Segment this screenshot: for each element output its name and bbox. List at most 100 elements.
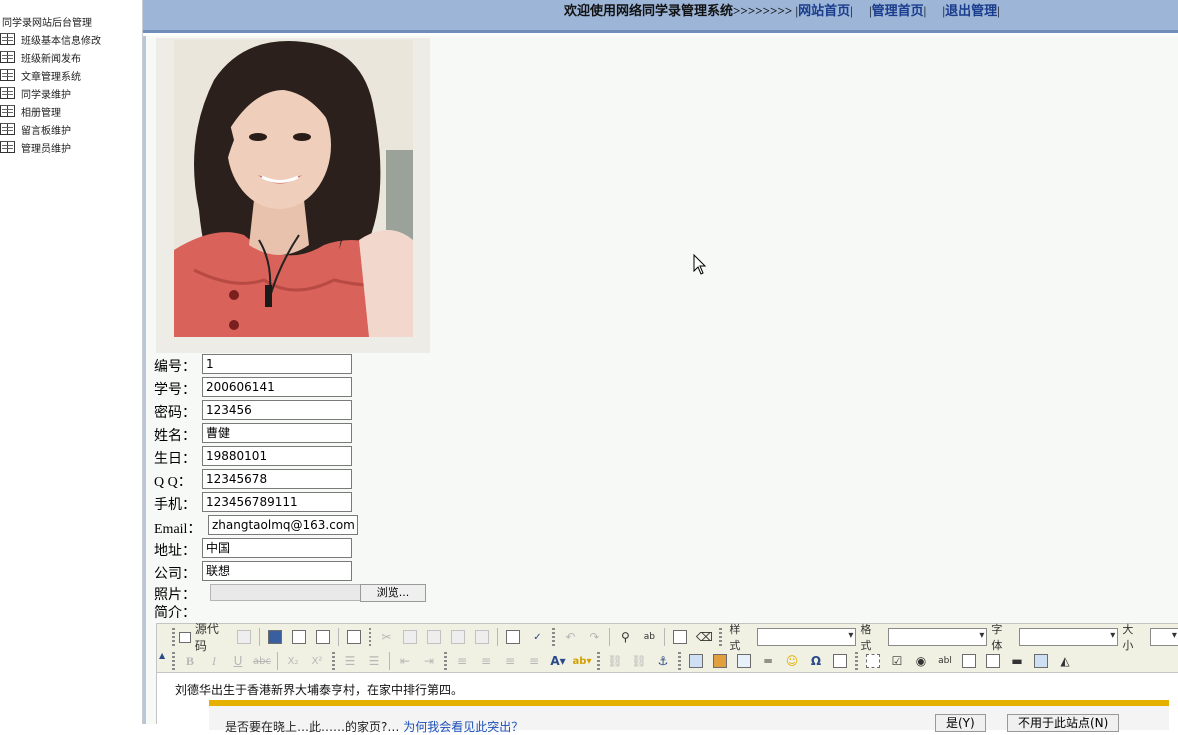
align-left-button[interactable]: ≡ <box>451 651 473 671</box>
redo-button[interactable]: ↷ <box>583 627 605 647</box>
sidebar-item-guestbook[interactable]: 留言板维护 <box>0 121 141 137</box>
paste-button[interactable] <box>423 627 445 647</box>
italic-button[interactable]: I <box>203 651 225 671</box>
notice-yes-button[interactable]: 是(Y) <box>935 714 986 732</box>
collapse-toolbar-icon[interactable]: ▲ <box>159 651 165 660</box>
bold-button[interactable]: B <box>179 651 201 671</box>
toolbar-grip[interactable] <box>172 652 175 670</box>
anchor-button[interactable]: ⚓ <box>652 651 674 671</box>
toolbar-grip[interactable] <box>368 628 372 646</box>
unlink-button[interactable]: ⛓ <box>628 651 650 671</box>
button-field-button[interactable]: ▬ <box>1006 651 1028 671</box>
textarea-button[interactable] <box>958 651 980 671</box>
id-field[interactable]: 1 <box>202 354 352 374</box>
logout-link[interactable]: 退出管理 <box>945 3 997 18</box>
format-select[interactable] <box>888 628 988 646</box>
student-number-field[interactable]: 200606141 <box>202 377 352 397</box>
qq-field[interactable]: 12345678 <box>202 469 352 489</box>
company-field[interactable]: 联想 <box>202 561 352 581</box>
text-color-button[interactable]: A▾ <box>547 651 569 671</box>
select-all-button[interactable] <box>669 627 691 647</box>
notice-no-button[interactable]: 不用于此站点(N) <box>1007 714 1120 732</box>
copy-format-button[interactable] <box>233 627 255 647</box>
sidebar-item-class-news[interactable]: 班级新闻发布 <box>0 49 141 65</box>
smiley-button[interactable]: ☺ <box>781 651 803 671</box>
preview-button[interactable] <box>312 627 334 647</box>
cut-button[interactable]: ✂ <box>375 627 397 647</box>
flash-button[interactable] <box>709 651 731 671</box>
sidebar-item-class-info[interactable]: 班级基本信息修改 <box>0 31 141 47</box>
undo-button[interactable]: ↶ <box>559 627 581 647</box>
toolbar-grip[interactable] <box>444 652 447 670</box>
photo-file-field[interactable] <box>210 584 361 601</box>
toolbar-grip[interactable] <box>332 652 335 670</box>
select-field-button[interactable] <box>982 651 1004 671</box>
address-field[interactable]: 中国 <box>202 538 352 558</box>
size-select[interactable] <box>1150 628 1178 646</box>
bulleted-list-button[interactable]: ☰ <box>363 651 385 671</box>
outdent-button[interactable]: ⇤ <box>394 651 416 671</box>
birthday-field[interactable]: 19880101 <box>202 446 352 466</box>
align-right-button[interactable]: ≡ <box>499 651 521 671</box>
admin-home-link[interactable]: 管理首页 <box>872 3 924 18</box>
strikethrough-button[interactable]: abc <box>251 651 273 671</box>
checkbox-button[interactable]: ☑ <box>886 651 908 671</box>
site-home-link[interactable]: 网站首页 <box>798 3 850 18</box>
sidebar-item-albums[interactable]: 相册管理 <box>0 103 141 119</box>
horizontal-rule-button[interactable]: ═ <box>757 651 779 671</box>
sidebar-item-classmates[interactable]: 同学录维护 <box>0 85 141 101</box>
replace-button[interactable]: ab <box>638 627 660 647</box>
save-button[interactable] <box>264 627 286 647</box>
sidebar-item-label: 班级新闻发布 <box>21 53 81 65</box>
remove-format-button[interactable]: ⌫ <box>693 627 715 647</box>
text-field-button[interactable]: abl <box>934 651 956 671</box>
sidebar-item-articles[interactable]: 文章管理系统 <box>0 67 141 83</box>
font-select[interactable] <box>1019 628 1119 646</box>
email-field[interactable]: zhangtaolmq@163.com <box>208 515 358 535</box>
align-center-button[interactable]: ≡ <box>475 651 497 671</box>
sidebar-item-label: 留言板维护 <box>21 125 71 137</box>
password-field[interactable]: 123456 <box>202 400 352 420</box>
bg-color-button[interactable]: ab▾ <box>571 651 593 671</box>
superscript-button[interactable]: X² <box>306 651 328 671</box>
spellcheck-button[interactable]: ✓ <box>526 627 548 647</box>
toolbar-grip[interactable] <box>678 652 681 670</box>
link-button[interactable]: ⛓ <box>604 651 626 671</box>
editor-content-area[interactable]: 刘德华出生于香港新界大埔泰亨村，在家中排行第四。 是否要在晓上…此……的家页?…… <box>157 672 1178 734</box>
print-icon <box>506 630 521 644</box>
special-char-button[interactable]: Ω <box>805 651 827 671</box>
source-button[interactable]: 源代码 <box>178 622 231 653</box>
copy-button[interactable] <box>399 627 421 647</box>
templates-button[interactable] <box>343 627 365 647</box>
browse-button[interactable]: 浏览... <box>360 584 426 602</box>
hidden-field-button[interactable]: ◭ <box>1054 651 1076 671</box>
form-button[interactable] <box>862 651 884 671</box>
align-justify-button[interactable]: ≡ <box>523 651 545 671</box>
radio-button[interactable]: ◉ <box>910 651 932 671</box>
toolbar-grip[interactable] <box>719 628 723 646</box>
indent-button[interactable]: ⇥ <box>418 651 440 671</box>
style-select[interactable] <box>757 628 857 646</box>
paste-text-button[interactable] <box>447 627 469 647</box>
sidebar-item-admins[interactable]: 管理员维护 <box>0 139 141 155</box>
toolbar-grip[interactable] <box>597 652 600 670</box>
toolbar-grip[interactable] <box>172 628 175 646</box>
underline-button[interactable]: U <box>227 651 249 671</box>
toolbar-grip[interactable] <box>855 652 858 670</box>
mobile-field[interactable]: 123456789111 <box>202 492 352 512</box>
new-page-button[interactable] <box>288 627 310 647</box>
field-label-photo: 照片： <box>154 588 196 603</box>
toolbar-grip[interactable] <box>552 628 556 646</box>
image-button[interactable] <box>685 651 707 671</box>
name-field[interactable]: 曹健 <box>202 423 352 443</box>
find-button[interactable]: ⚲ <box>614 627 636 647</box>
image-button-field-button[interactable] <box>1030 651 1052 671</box>
print-button[interactable] <box>502 627 524 647</box>
photo-frame <box>156 38 430 353</box>
table-button[interactable] <box>733 651 755 671</box>
subscript-button[interactable]: X₂ <box>282 651 304 671</box>
notice-help-link[interactable]: 为何我会看见此突出？ <box>403 720 523 734</box>
page-break-button[interactable] <box>829 651 851 671</box>
numbered-list-button[interactable]: ☰ <box>339 651 361 671</box>
paste-word-button[interactable] <box>471 627 493 647</box>
